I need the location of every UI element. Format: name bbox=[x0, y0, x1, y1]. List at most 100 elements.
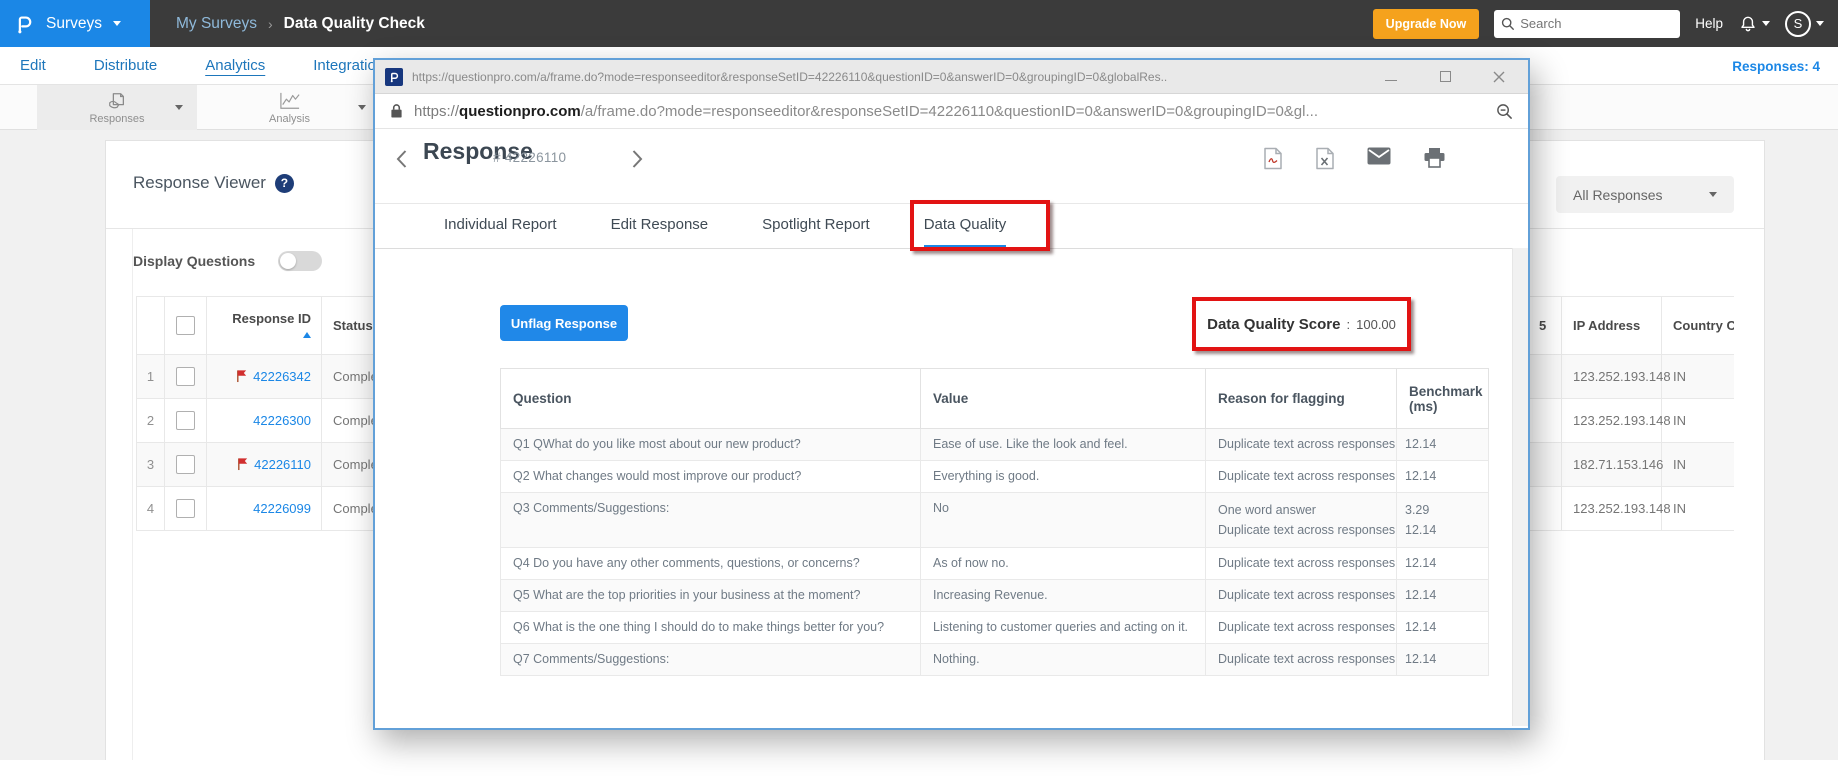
next-response-button[interactable] bbox=[631, 149, 644, 169]
url-scheme: https:// bbox=[414, 103, 459, 120]
global-search[interactable] bbox=[1494, 10, 1680, 38]
search-input[interactable] bbox=[1520, 16, 1673, 31]
zoom-out-icon[interactable] bbox=[1496, 103, 1513, 120]
tab-individual-report[interactable]: Individual Report bbox=[444, 204, 557, 248]
help-link[interactable]: Help bbox=[1695, 16, 1723, 31]
q5-header[interactable]: 5 bbox=[1528, 297, 1562, 355]
reason-cell: Duplicate text across responses bbox=[1206, 429, 1397, 461]
response-tabs: Individual Report Edit Response Spotligh… bbox=[444, 204, 1006, 248]
response-id-header[interactable]: Response ID bbox=[207, 297, 322, 355]
table-row: Q6 What is the one thing I should do to … bbox=[501, 612, 1489, 644]
country-code-header[interactable]: Country Co bbox=[1662, 297, 1735, 355]
export-pdf-icon[interactable] bbox=[1263, 147, 1283, 170]
responses-count: Responses: 4 bbox=[1732, 47, 1820, 85]
chevron-down-icon bbox=[113, 21, 121, 26]
address-bar[interactable]: https://questionpro.com/a/frame.do?mode=… bbox=[375, 94, 1528, 129]
flag-icon bbox=[236, 457, 249, 471]
country-cell: IN bbox=[1662, 355, 1735, 399]
lock-icon bbox=[390, 103, 403, 119]
subnav-item-edit[interactable]: Edit bbox=[20, 57, 46, 74]
chevron-down-icon bbox=[1816, 21, 1824, 26]
subnav-item-analytics[interactable]: Analytics bbox=[205, 57, 265, 74]
row-checkbox[interactable] bbox=[176, 455, 195, 474]
row-checkbox[interactable] bbox=[176, 367, 195, 386]
ip-address-header[interactable]: IP Address bbox=[1562, 297, 1662, 355]
product-switcher[interactable]: Surveys bbox=[0, 0, 150, 47]
divider bbox=[375, 248, 1528, 249]
top-navbar: Surveys My Surveys › Data Quality Check … bbox=[0, 0, 1838, 47]
sort-ascending-icon bbox=[303, 332, 311, 338]
close-icon[interactable] bbox=[1492, 70, 1506, 84]
print-icon[interactable] bbox=[1423, 147, 1446, 170]
benchmark-cell: 3.2912.14 bbox=[1397, 493, 1489, 548]
subnav-item-distribute[interactable]: Distribute bbox=[94, 57, 157, 74]
responses-filter-dropdown[interactable]: All Responses bbox=[1556, 176, 1734, 213]
response-id-link[interactable]: 42226300 bbox=[253, 413, 311, 428]
response-id-link[interactable]: 42226110 bbox=[254, 457, 311, 472]
select-all-checkbox[interactable] bbox=[176, 316, 195, 335]
export-excel-icon[interactable] bbox=[1315, 147, 1335, 170]
tab-spotlight-report[interactable]: Spotlight Report bbox=[762, 204, 870, 248]
tab-edit-response[interactable]: Edit Response bbox=[611, 204, 709, 248]
value-cell: Nothing. bbox=[921, 644, 1206, 676]
benchmark-cell: 12.14 bbox=[1397, 612, 1489, 644]
data-quality-table: Question Value Reason for flagging Bench… bbox=[500, 368, 1489, 676]
scrollbar[interactable] bbox=[1512, 248, 1528, 726]
q5-cell bbox=[1528, 399, 1562, 443]
display-questions-toggle[interactable] bbox=[278, 251, 322, 271]
row-checkbox[interactable] bbox=[176, 411, 195, 430]
toolbar-responses-label: Responses bbox=[89, 113, 144, 125]
row-checkbox-cell bbox=[165, 399, 207, 443]
reason-cell: Duplicate text across responses bbox=[1206, 580, 1397, 612]
questionpro-favicon-icon bbox=[385, 68, 403, 86]
toolbar-analysis-button[interactable]: Analysis bbox=[197, 85, 382, 130]
reason-cell: Duplicate text across responses bbox=[1206, 612, 1397, 644]
response-id-link[interactable]: 42226342 bbox=[253, 369, 311, 384]
topnav-right: Upgrade Now Help S bbox=[1373, 0, 1824, 47]
response-id-cell: 42226110 bbox=[207, 443, 322, 487]
unflag-response-button[interactable]: Unflag Response bbox=[500, 305, 628, 341]
row-checkbox-cell bbox=[165, 487, 207, 531]
benchmark-cell: 12.14 bbox=[1397, 548, 1489, 580]
responses-icon bbox=[106, 91, 128, 111]
country-cell: IN bbox=[1662, 487, 1735, 531]
response-id-cell: 42226300 bbox=[207, 399, 322, 443]
email-icon[interactable] bbox=[1367, 147, 1391, 170]
upgrade-now-button[interactable]: Upgrade Now bbox=[1373, 9, 1480, 39]
ip-cell: 123.252.193.148 bbox=[1562, 487, 1662, 531]
country-cell: IN bbox=[1662, 443, 1735, 487]
previous-response-button[interactable] bbox=[395, 149, 408, 169]
account-menu[interactable]: S bbox=[1785, 11, 1824, 37]
score-value: 100.00 bbox=[1356, 317, 1396, 332]
reason-cell: Duplicate text across responses bbox=[1206, 548, 1397, 580]
reason-cell: Duplicate text across responses bbox=[1206, 461, 1397, 493]
select-all-header bbox=[165, 297, 207, 355]
benchmark-cell: 12.14 bbox=[1397, 580, 1489, 612]
url-path: /a/frame.do?mode=responseeditor&response… bbox=[581, 103, 1318, 120]
table-row: Q2 What changes would most improve our p… bbox=[501, 461, 1489, 493]
response-id-cell: 42226099 bbox=[207, 487, 322, 531]
reason-cell: One word answerDuplicate text across res… bbox=[1206, 493, 1397, 548]
avatar: S bbox=[1785, 11, 1811, 37]
response-id-link[interactable]: 42226099 bbox=[253, 501, 311, 516]
toolbar-responses-button[interactable]: Responses bbox=[37, 85, 197, 130]
question-cell: Q6 What is the one thing I should do to … bbox=[501, 612, 921, 644]
help-icon[interactable]: ? bbox=[275, 174, 294, 193]
product-label: Surveys bbox=[46, 15, 102, 33]
benchmark-header: Benchmark (ms) bbox=[1397, 369, 1489, 429]
notifications-menu[interactable] bbox=[1738, 14, 1770, 34]
table-row: Q1 QWhat do you like most about our new … bbox=[501, 429, 1489, 461]
breadcrumb-parent[interactable]: My Surveys bbox=[176, 15, 257, 33]
minimize-button[interactable] bbox=[1384, 70, 1398, 84]
value-cell: As of now no. bbox=[921, 548, 1206, 580]
toolbar-analysis-label: Analysis bbox=[269, 113, 310, 125]
question-cell: Q4 Do you have any other comments, quest… bbox=[501, 548, 921, 580]
row-number: 3 bbox=[137, 443, 165, 487]
flag-icon bbox=[235, 369, 248, 383]
window-titlebar[interactable]: https://questionpro.com/a/frame.do?mode=… bbox=[375, 60, 1528, 94]
row-checkbox[interactable] bbox=[176, 499, 195, 518]
row-checkbox-cell bbox=[165, 355, 207, 399]
window-controls bbox=[1384, 70, 1512, 84]
tab-data-quality[interactable]: Data Quality bbox=[924, 204, 1007, 248]
maximize-button[interactable] bbox=[1438, 70, 1452, 84]
